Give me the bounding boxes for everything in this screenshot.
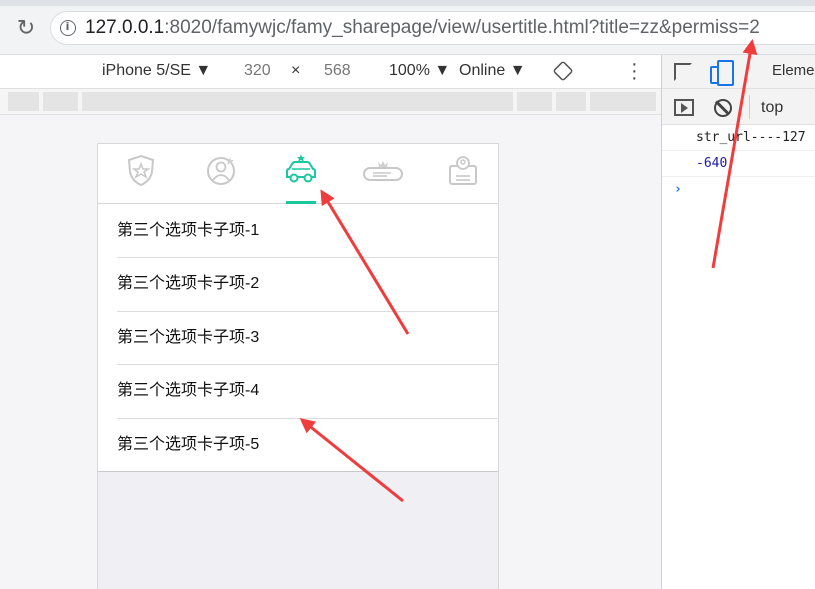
tab-shield[interactable] [101, 144, 181, 204]
height-input[interactable]: 568 [324, 62, 351, 80]
shield-star-icon [127, 154, 155, 187]
device-select[interactable]: iPhone 5/SE ▼ [102, 62, 211, 80]
inspect-element-icon[interactable] [674, 63, 692, 81]
devtools-main-toolbar: Eleme [662, 55, 815, 89]
toolbar-divider [749, 95, 750, 119]
devtools-panel: Eleme top str_url----127 -640 › [661, 55, 815, 589]
more-options-icon[interactable]: · · · [631, 54, 638, 88]
console-message: str_url----127 [662, 125, 815, 151]
item-list: 第三个选项卡子项-1 第三个选项卡子项-2 第三个选项卡子项-3 第三个选项卡子… [98, 204, 498, 472]
top-tab-bar [98, 144, 498, 204]
url-text[interactable]: 127.0.0.1:8020/famywjc/famy_sharepage/vi… [85, 17, 760, 39]
tab-user[interactable] [181, 144, 261, 204]
tab-elements[interactable]: Eleme [772, 62, 815, 79]
zoom-select[interactable]: 100% ▼ [389, 62, 450, 80]
dimension-separator: × [291, 62, 301, 79]
car-icon [286, 154, 316, 183]
media-query-bar[interactable] [0, 89, 661, 115]
url-bar[interactable]: 127.0.0.1:8020/famywjc/famy_sharepage/vi… [50, 11, 815, 45]
show-sidebar-icon[interactable] [674, 99, 694, 116]
console-prompt[interactable]: › [662, 177, 815, 203]
console-output: str_url----127 -640 › [662, 125, 815, 203]
url-path: :8020/famywjc/famy_sharepage/view/userti… [164, 17, 760, 38]
id-card-icon [449, 156, 477, 185]
tab-car[interactable] [261, 144, 341, 204]
reload-icon[interactable]: ↻ [14, 16, 38, 40]
tab-card[interactable] [421, 144, 498, 204]
clear-console-icon[interactable] [714, 99, 732, 117]
list-item[interactable]: 第三个选项卡子项-5 [98, 417, 498, 471]
context-select[interactable]: top [761, 99, 783, 117]
hat-icon [363, 161, 403, 181]
rotate-icon[interactable] [552, 60, 574, 82]
list-item[interactable]: 第三个选项卡子项-2 [98, 257, 498, 310]
list-item[interactable]: 第三个选项卡子项-1 [98, 204, 498, 257]
device-toolbar: iPhone 5/SE ▼ 320 × 568 100% ▼ Online ▼ … [0, 54, 661, 89]
width-input[interactable]: 320 [244, 62, 271, 80]
info-icon[interactable] [60, 20, 76, 36]
tab-hat[interactable] [341, 144, 421, 204]
url-host: 127.0.0.1 [85, 17, 165, 38]
browser-address-bar: ↻ 127.0.0.1:8020/famywjc/famy_sharepage/… [0, 0, 815, 55]
list-item[interactable]: 第三个选项卡子项-4 [98, 364, 498, 417]
list-item[interactable]: 第三个选项卡子项-3 [98, 310, 498, 364]
phone-viewport: 第三个选项卡子项-1 第三个选项卡子项-2 第三个选项卡子项-3 第三个选项卡子… [97, 143, 499, 589]
tab-strip [0, 0, 815, 6]
device-toggle-icon[interactable] [710, 60, 734, 86]
console-message: -640 [662, 151, 815, 177]
user-circle-icon [207, 157, 235, 185]
network-select[interactable]: Online ▼ [459, 62, 526, 80]
